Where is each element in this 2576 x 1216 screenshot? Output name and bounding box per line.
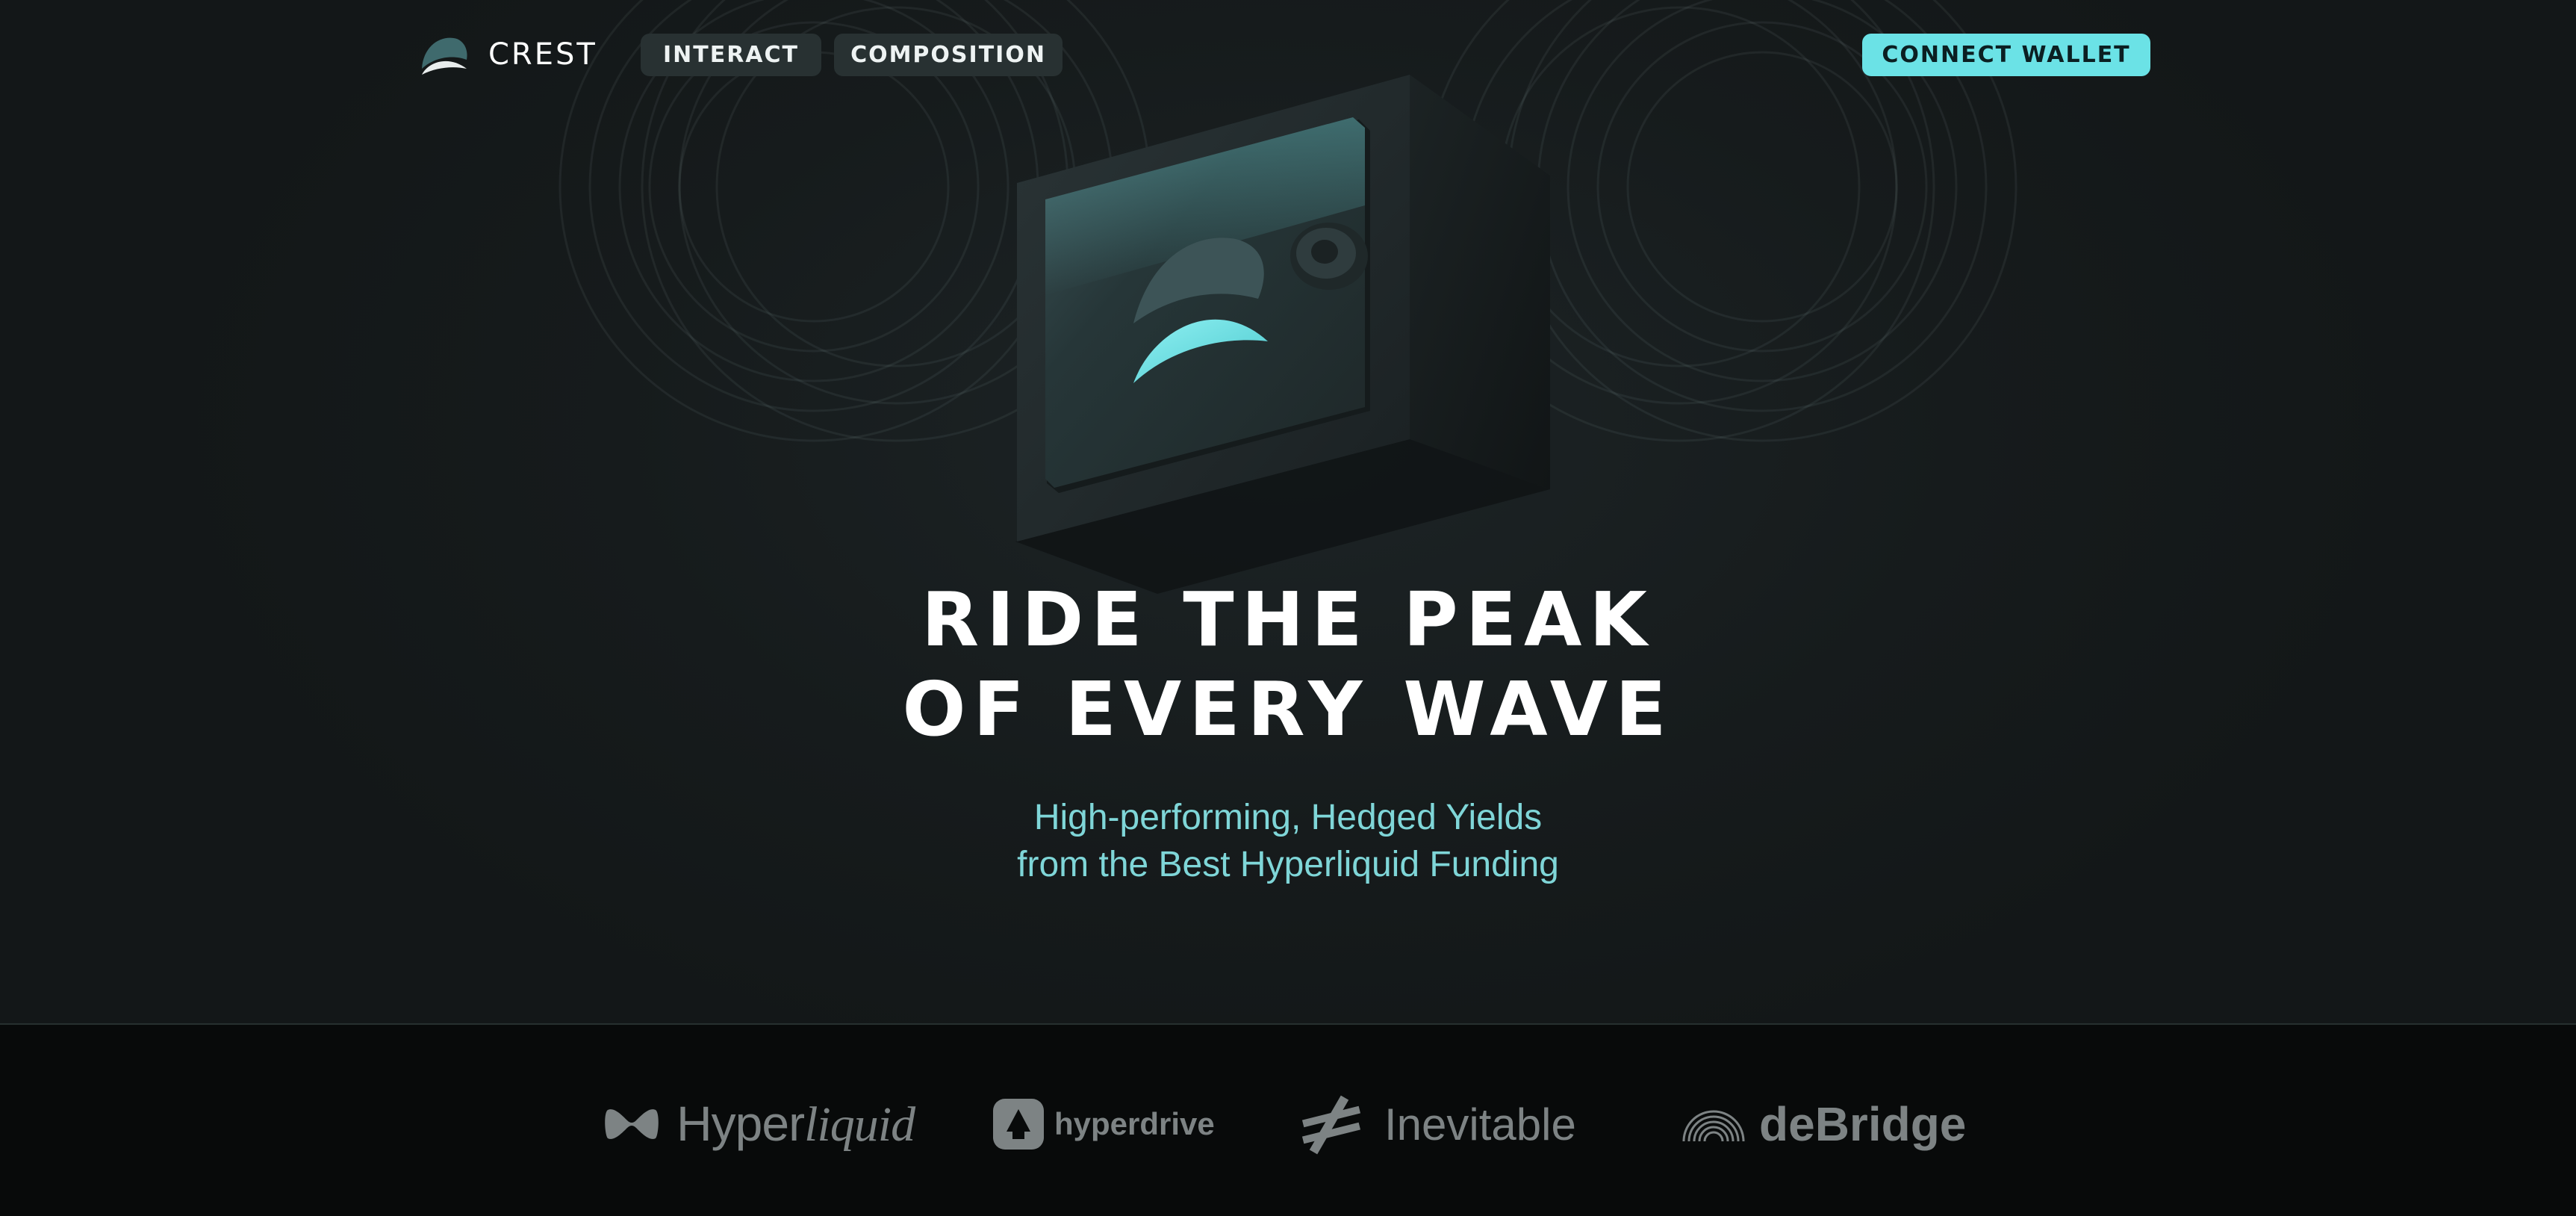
brand-name: CREST xyxy=(488,37,597,72)
debridge-icon xyxy=(1682,1110,1745,1142)
debridge-text: deBridge xyxy=(1759,1097,1967,1151)
hyperdrive-text: hyperdrive xyxy=(1054,1106,1215,1141)
partner-inevitable[interactable]: Inevitable xyxy=(1298,1091,1576,1158)
nav-composition-button[interactable]: COMPOSITION xyxy=(834,34,1063,76)
inevitable-icon xyxy=(1301,1095,1361,1155)
partner-debridge[interactable]: deBridge xyxy=(1680,1091,1966,1158)
hero-section: CREST INTERACT COMPOSITION CONNECT WALLE… xyxy=(0,0,2576,1023)
inevitable-text: Inevitable xyxy=(1384,1099,1576,1150)
nav-interact-button[interactable]: INTERACT xyxy=(641,34,821,76)
partner-hyperdrive[interactable]: hyperdrive xyxy=(993,1091,1215,1158)
hero-headline-line2: OF EVERY WAVE xyxy=(902,666,1674,753)
hyperdrive-icon xyxy=(993,1099,1044,1150)
hyperliquid-suffix: liquid xyxy=(804,1097,915,1152)
partner-hyperliquid[interactable]: Hyperliquid xyxy=(605,1091,915,1158)
crest-wave-icon xyxy=(422,37,467,75)
vault-illustration xyxy=(1015,75,1550,594)
hyperliquid-icon xyxy=(605,1109,659,1139)
connect-wallet-button[interactable]: CONNECT WALLET xyxy=(1862,34,2150,76)
hero-subtitle-line1: High-performing, Hedged Yields xyxy=(1033,798,1543,837)
partners-bar xyxy=(0,1025,2576,1216)
brand-logo[interactable]: CREST xyxy=(420,30,597,79)
hero-headline-line1: RIDE THE PEAK xyxy=(921,576,1655,663)
hero-subtitle-line2: from the Best Hyperliquid Funding xyxy=(1017,845,1559,884)
hyperliquid-prefix: Hyper xyxy=(676,1096,805,1151)
